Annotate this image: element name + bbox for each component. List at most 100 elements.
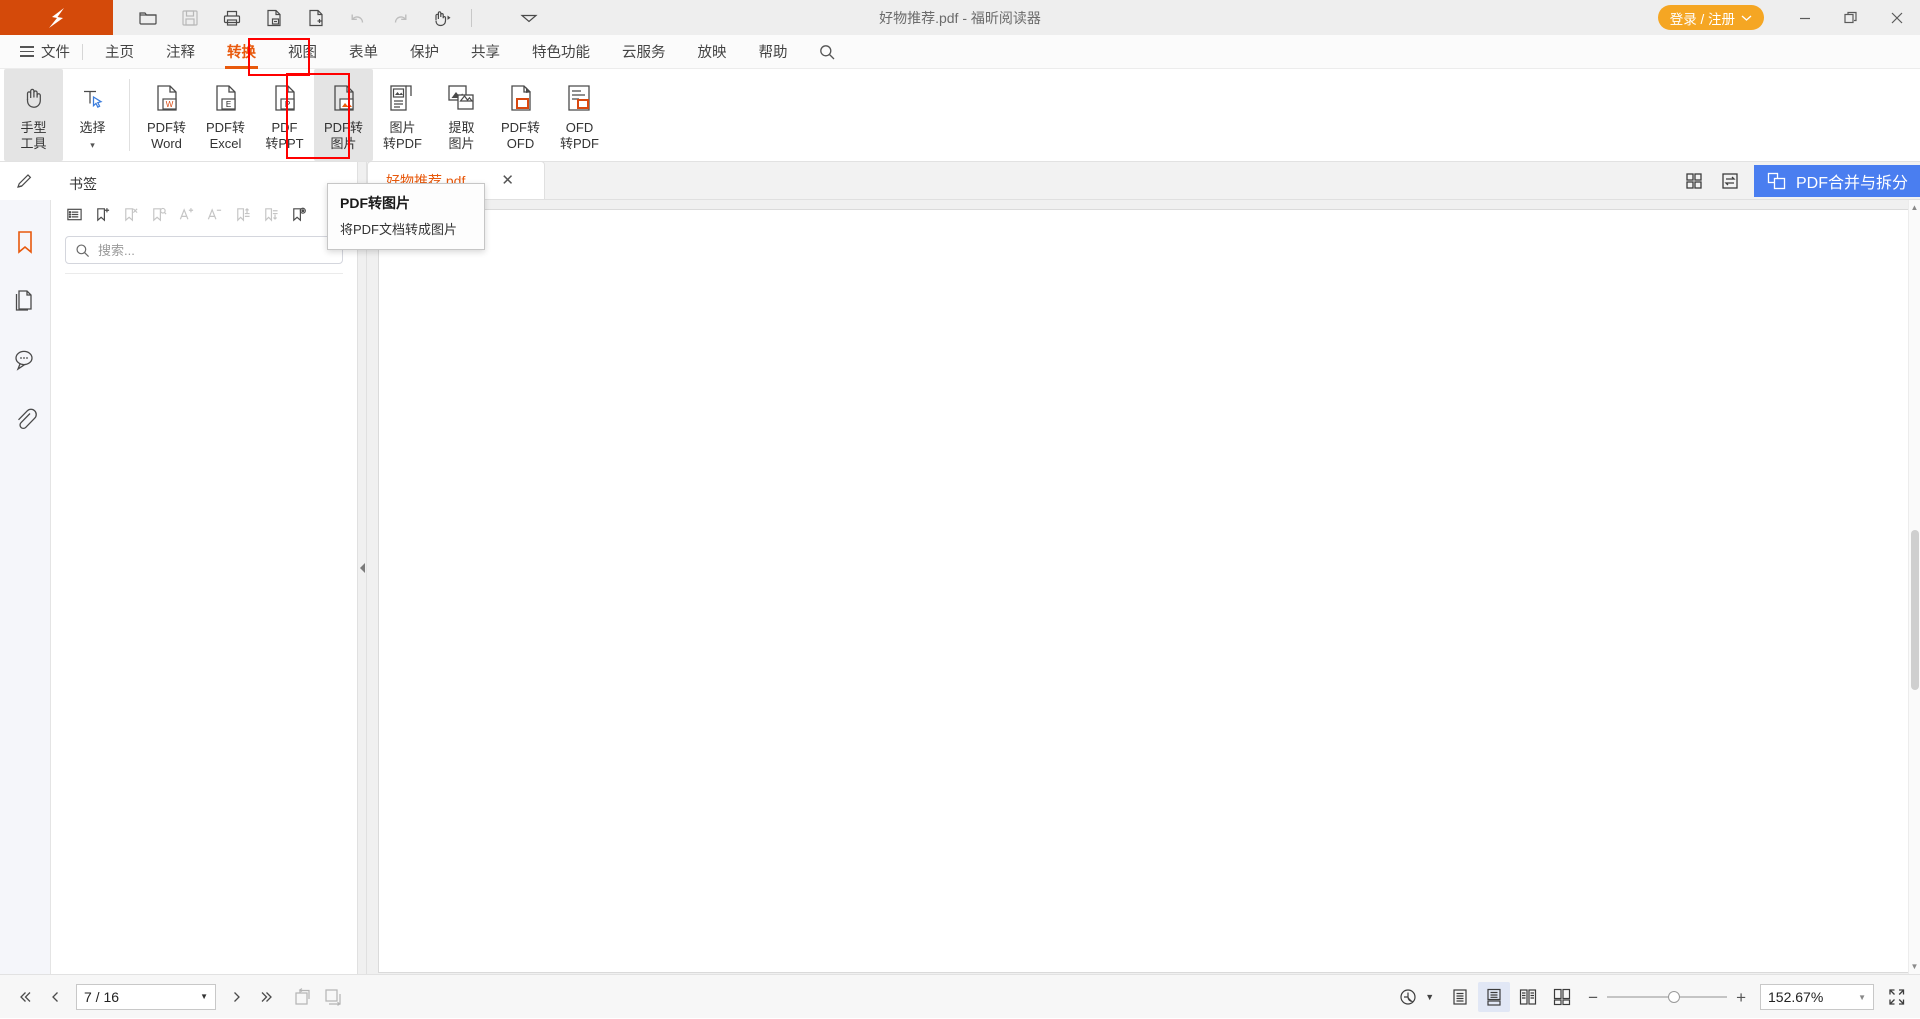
pen-edit-button[interactable] (0, 162, 51, 200)
pdf-merge-split-promo[interactable]: PDF合并与拆分 (1754, 165, 1920, 197)
ribbon-extract-image[interactable]: 提取图片 (432, 69, 491, 161)
ribbon-hand-tool-line1: 手型 (20, 120, 46, 135)
new-from-file-button[interactable] (253, 0, 295, 35)
bookmark-list-options[interactable] (61, 202, 87, 226)
continuous-view-button[interactable] (1478, 982, 1510, 1012)
menu-item-0[interactable]: 主页 (89, 36, 150, 67)
sidebar-item-attachments[interactable] (0, 389, 51, 448)
add-bookmark[interactable] (89, 202, 115, 226)
grid-view-button[interactable] (1676, 162, 1712, 200)
close-button[interactable] (1874, 0, 1920, 35)
tab-close-icon[interactable]: ✕ (501, 173, 514, 188)
ribbon-select-tool[interactable]: 选择 ▾ (63, 69, 122, 161)
svg-text:P: P (284, 100, 289, 109)
menu-item-1[interactable]: 注释 (150, 36, 211, 67)
menu-item-10[interactable]: 帮助 (743, 36, 804, 67)
menu-item-9[interactable]: 放映 (682, 36, 743, 67)
two-page-view-button[interactable] (1512, 982, 1544, 1012)
bookmark-search-box[interactable] (65, 236, 343, 264)
bookmark-icon (13, 228, 37, 256)
menu-item-7[interactable]: 特色功能 (516, 36, 606, 67)
rotate-right-button[interactable] (318, 982, 348, 1012)
save-button[interactable] (169, 0, 211, 35)
undo-button[interactable] (337, 0, 379, 35)
ribbon-hand-tool[interactable]: 手型 工具 (4, 69, 63, 161)
last-page-button[interactable] (252, 982, 282, 1012)
menu-item-8[interactable]: 云服务 (606, 36, 682, 67)
sidebar-item-comments[interactable] (0, 330, 51, 389)
ribbon-extract-image-line1: 提取 (448, 120, 474, 135)
zoom-slider-group[interactable]: − + (1588, 989, 1746, 1006)
sidebar-item-bookmarks[interactable] (0, 212, 51, 271)
create-pdf-button[interactable] (295, 0, 337, 35)
chevron-down-icon[interactable]: ▼ (200, 992, 208, 1001)
bookmark-x-icon (122, 206, 139, 223)
next-page-button[interactable] (222, 982, 252, 1012)
scroll-up-arrow[interactable]: ▲ (1909, 203, 1920, 212)
open-file-button[interactable] (127, 0, 169, 35)
single-page-view-button[interactable] (1444, 982, 1476, 1012)
menu-item-2[interactable]: 转换 (211, 36, 272, 67)
zoom-level-field[interactable]: 152.67% ▼ (1760, 984, 1874, 1010)
prev-page-button[interactable] (40, 982, 70, 1012)
scrollbar-thumb[interactable] (1911, 530, 1919, 690)
read-mode-button[interactable] (1393, 982, 1423, 1012)
print-button[interactable] (211, 0, 253, 35)
bookmark-search-input[interactable] (98, 243, 333, 258)
ribbon-pdf-to-image[interactable]: PDF转图片 (314, 69, 373, 161)
double-chevron-left-icon (16, 988, 34, 1006)
compare-button[interactable] (1712, 162, 1748, 200)
ribbon-pdf-to-ofd-line1: PDF转 (501, 120, 540, 135)
rotate-left-button[interactable] (288, 982, 318, 1012)
menu-bar: 文件 主页注释转换视图表单保护共享特色功能云服务放映帮助 (0, 35, 1920, 69)
customize-toolbar-button[interactable] (508, 0, 550, 35)
menu-item-6[interactable]: 共享 (455, 36, 516, 67)
move-bookmark-down (257, 202, 283, 226)
menu-item-3[interactable]: 视图 (272, 36, 333, 67)
ribbon-select-tool-line1: 选择 (79, 120, 105, 135)
bookmark-properties[interactable] (285, 202, 311, 226)
fullscreen-button[interactable] (1882, 982, 1912, 1012)
single-page-icon (1450, 987, 1470, 1007)
workspace: 书签 好物推荐.pdf ✕ (0, 162, 1920, 974)
svg-text:E: E (225, 100, 230, 109)
merge-split-icon (1766, 171, 1788, 191)
login-register-button[interactable]: 登录 / 注册 (1658, 5, 1764, 30)
ribbon-ofd-to-pdf[interactable]: OFD转PDF (550, 69, 609, 161)
chevron-down-icon[interactable]: ▾ (90, 140, 95, 150)
ribbon-pdf-to-excel[interactable]: EPDF转Excel (196, 69, 255, 161)
minimize-button[interactable] (1782, 0, 1828, 35)
ofd-pdf-icon (563, 78, 597, 118)
file-menu-button[interactable]: 文件 (14, 41, 76, 62)
zoom-slider-track[interactable] (1607, 996, 1727, 998)
chevron-down-icon[interactable]: ▼ (1858, 993, 1866, 1002)
zoom-in-button[interactable]: + (1736, 989, 1746, 1006)
two-page-continuous-view-button[interactable] (1546, 982, 1578, 1012)
sidebar-item-pages[interactable] (0, 271, 51, 330)
ribbon-pdf-to-ppt[interactable]: PPDF转PPT (255, 69, 314, 161)
hand-tool-button[interactable] (421, 0, 463, 35)
ribbon-image-to-pdf[interactable]: 图片转PDF (373, 69, 432, 161)
maximize-button[interactable] (1828, 0, 1874, 35)
bookmark-panel-title: 书签 (51, 162, 357, 200)
ribbon-pdf-to-word[interactable]: WPDF转Word (137, 69, 196, 161)
menu-item-4[interactable]: 表单 (333, 36, 394, 67)
ribbon-pdf-to-image-line1: PDF转 (324, 120, 363, 135)
page-number-field[interactable]: 7 / 16 ▼ (76, 984, 216, 1010)
ribbon-ofd-to-pdf-line1: OFD (566, 120, 593, 135)
collapse-sidebar-handle[interactable] (358, 162, 367, 974)
zoom-slider-knob[interactable] (1668, 991, 1680, 1003)
redo-button[interactable] (379, 0, 421, 35)
menu-search-button[interactable] (804, 43, 850, 61)
quick-access-toolbar (113, 0, 550, 35)
vertical-scrollbar[interactable]: ▲ ▼ (1908, 200, 1920, 974)
tooltip-title: PDF转图片 (340, 193, 472, 213)
scroll-down-arrow[interactable]: ▼ (1909, 962, 1920, 971)
font-increase-icon (178, 206, 195, 223)
first-page-button[interactable] (10, 982, 40, 1012)
menu-item-5[interactable]: 保护 (394, 36, 455, 67)
read-mode-caret-icon[interactable]: ▼ (1425, 992, 1434, 1002)
tooltip-description: 将PDF文档转成图片 (340, 219, 472, 238)
zoom-out-button[interactable]: − (1588, 989, 1598, 1006)
ribbon-pdf-to-ofd[interactable]: PDF转OFD (491, 69, 550, 161)
